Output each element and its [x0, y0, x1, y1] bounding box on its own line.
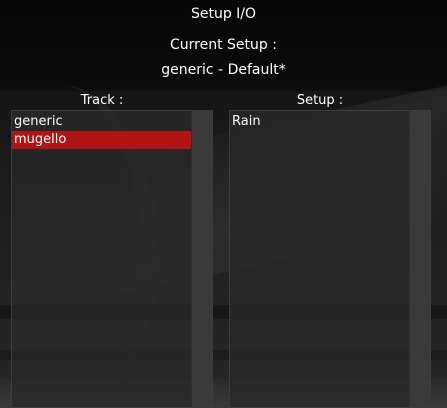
track-list-scrollbar[interactable] [191, 111, 212, 407]
track-list-item-mugello[interactable]: mugello [12, 131, 191, 149]
setup-io-screen: Setup I/O Current Setup : generic - Defa… [0, 0, 447, 408]
track-list-item-generic[interactable]: generic [12, 113, 191, 131]
setup-list-items: Rain [230, 113, 409, 131]
setup-list-item-rain[interactable]: Rain [230, 113, 409, 131]
track-listbox[interactable]: generic mugello [11, 110, 213, 408]
current-setup-value: generic - Default* [161, 62, 286, 78]
setup-list-scrollbar[interactable] [409, 111, 430, 407]
track-list-header: Track : [80, 93, 124, 108]
current-setup-label: Current Setup : [170, 37, 277, 53]
track-list-items: generic mugello [12, 113, 191, 149]
setup-listbox[interactable]: Rain [229, 110, 431, 408]
setup-list-header: Setup : [296, 93, 344, 108]
window-title: Setup I/O [190, 6, 257, 22]
